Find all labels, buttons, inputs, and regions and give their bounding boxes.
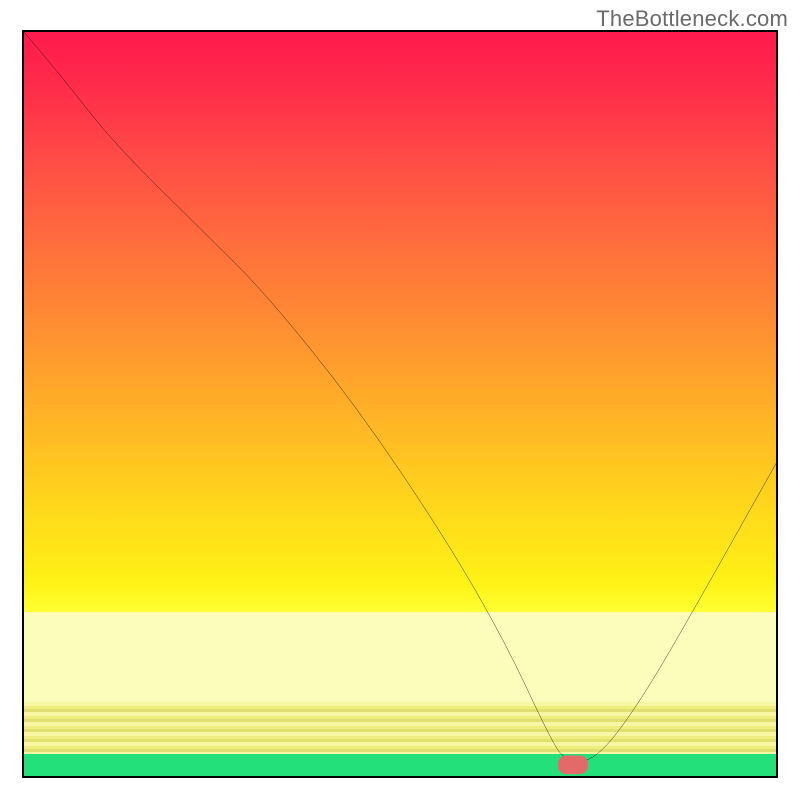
minimum-marker bbox=[558, 756, 588, 775]
chart-root: { "watermark": "TheBottleneck.com", "cha… bbox=[0, 0, 800, 800]
curve-layer bbox=[24, 32, 776, 776]
plot-area bbox=[24, 32, 776, 776]
bottleneck-curve bbox=[24, 32, 776, 761]
watermark-label: TheBottleneck.com bbox=[596, 6, 788, 32]
plot-frame bbox=[22, 30, 778, 778]
